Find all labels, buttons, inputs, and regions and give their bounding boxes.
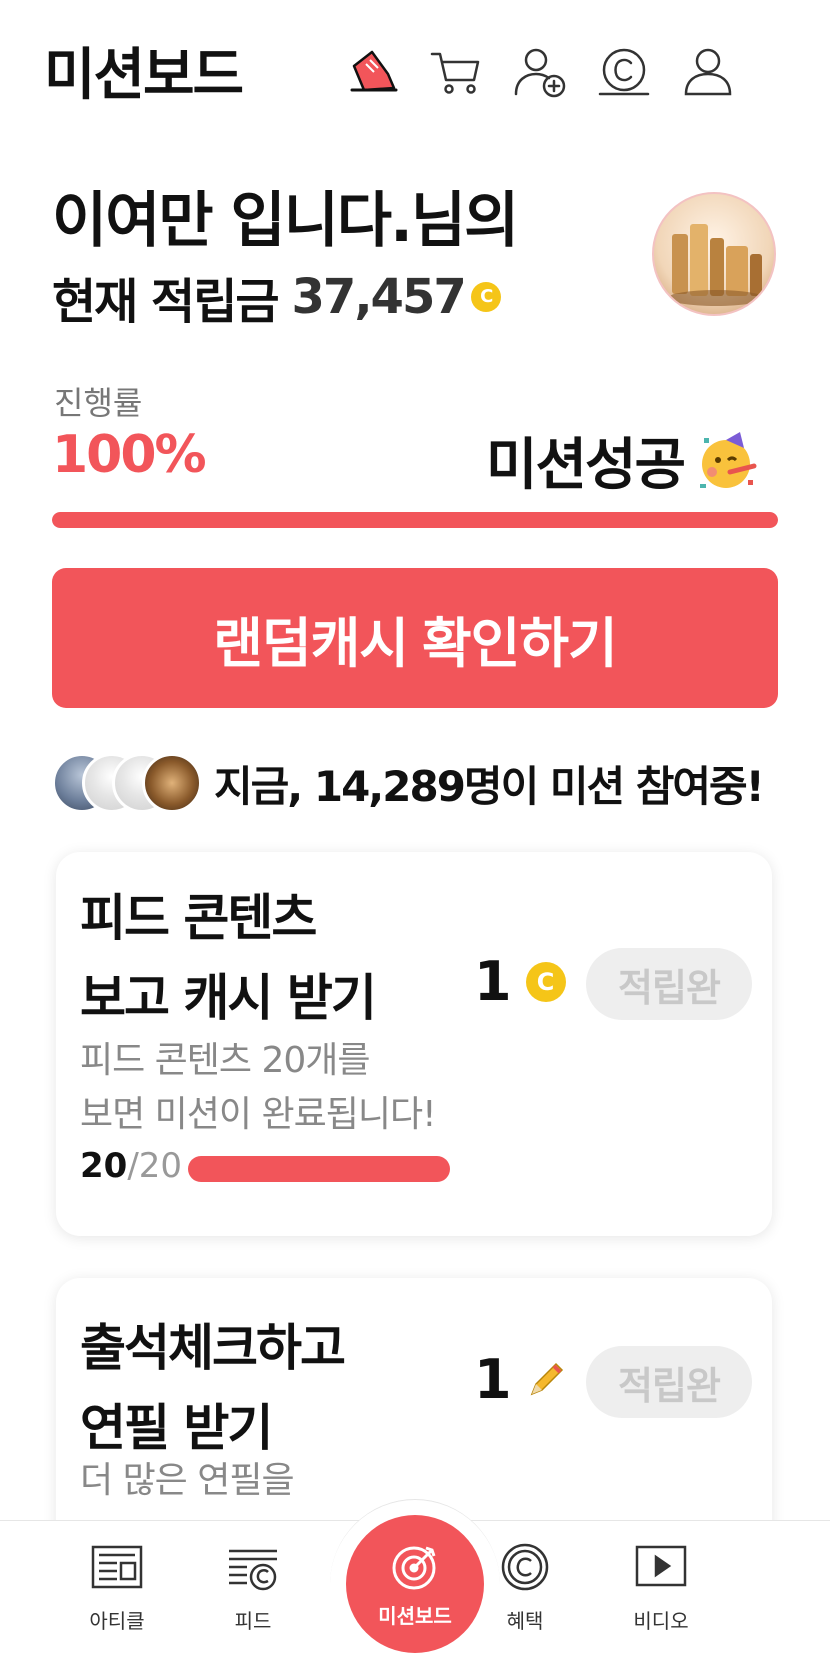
top-bar: 미션보드 [0, 0, 830, 150]
mission-status-text: 미션성공 [486, 433, 686, 498]
avatar [142, 753, 202, 813]
reward-amount: 1 [474, 1348, 512, 1411]
feed-icon [229, 1549, 277, 1591]
nav-label-missionboard: 미션보드 [378, 1603, 452, 1628]
participants-row: 지금, 14,289명이 미션 참여중! [52, 748, 765, 818]
collected-button[interactable]: 적립완 [586, 948, 752, 1020]
mission-progress-bar [188, 1156, 450, 1182]
coin-icon[interactable] [596, 44, 652, 100]
nav-label-article: 아티클 [89, 1609, 145, 1633]
app-title: 미션보드 [44, 43, 244, 108]
target-icon [392, 1546, 436, 1589]
progress-percent: 100% [52, 425, 207, 485]
mission-reward: 1 C [474, 950, 566, 1013]
greeting-title: 이여만 입니다.님의 [52, 186, 519, 256]
mission-progress-done: 20 [80, 1146, 128, 1186]
article-icon [91, 1545, 143, 1589]
avatar[interactable] [652, 192, 776, 316]
shoe-icon[interactable] [344, 44, 400, 100]
mission-title-line1: 피드 콘텐츠 [80, 889, 317, 947]
mission-progress-fill [52, 512, 778, 528]
pencil-icon [530, 1362, 563, 1395]
cart-icon[interactable] [428, 44, 484, 100]
mission-title-line1: 출석체크하고 [80, 1319, 346, 1377]
nav-label-benefit: 혜택 [506, 1609, 544, 1633]
mission-card-feed[interactable]: 피드 콘텐츠 보고 캐시 받기 피드 콘텐츠 20개를 보면 미션이 완료됩니다… [56, 852, 772, 1236]
participants-text: 지금, 14,289명이 미션 참여중! [214, 753, 765, 814]
participant-avatars [52, 751, 204, 815]
collected-button[interactable]: 적립완 [586, 1346, 752, 1418]
mission-progress-bar [52, 512, 778, 528]
reward-amount: 1 [474, 950, 512, 1013]
nav-item-video[interactable]: 비디오 [596, 1539, 726, 1659]
mission-desc-line1: 피드 콘텐츠 20개를 [80, 1040, 371, 1081]
coin-icon: C [525, 961, 566, 1002]
mission-progress-total: /20 [127, 1146, 183, 1186]
profile-icon[interactable] [680, 44, 736, 100]
add-user-icon[interactable] [512, 44, 568, 100]
balance-value: 37,457 [291, 269, 467, 325]
mission-progress-count: 20/20 [80, 1146, 182, 1186]
play-icon [635, 1545, 687, 1587]
nav-item-article[interactable]: 아티클 [52, 1539, 182, 1659]
nav-item-benefit[interactable]: 혜택 [460, 1539, 590, 1659]
participants-prefix: 지금, [214, 761, 314, 811]
balance-label: 현재 적립금 [52, 274, 280, 330]
mission-desc-line2: 보면 미션이 완료됩니다! [80, 1094, 437, 1135]
nav-label-video: 비디오 [633, 1609, 689, 1633]
coin-icon: C [470, 282, 501, 312]
party-face-icon [700, 431, 757, 488]
nav-item-feed[interactable]: 피드 [188, 1539, 318, 1659]
random-cash-button[interactable]: 랜덤캐시 확인하기 [52, 568, 778, 708]
coin-icon [501, 1543, 549, 1591]
mission-desc-line1: 더 많은 연필을 [80, 1460, 295, 1501]
participants-count: 14,289명 [313, 761, 503, 811]
balance-row: 현재 적립금 37,457 C [52, 262, 501, 332]
mission-reward: 1 [474, 1348, 568, 1411]
mission-status: 미션성공 [486, 420, 758, 501]
progress-label: 진행률 [54, 384, 143, 422]
mission-title-line2: 보고 캐시 받기 [80, 969, 377, 1027]
bottom-nav: 아티클 피드 미션보드 혜택 비디오 [0, 1499, 830, 1668]
nav-label-feed: 피드 [234, 1609, 272, 1633]
participants-suffix: 이 미션 참여중! [500, 761, 765, 811]
